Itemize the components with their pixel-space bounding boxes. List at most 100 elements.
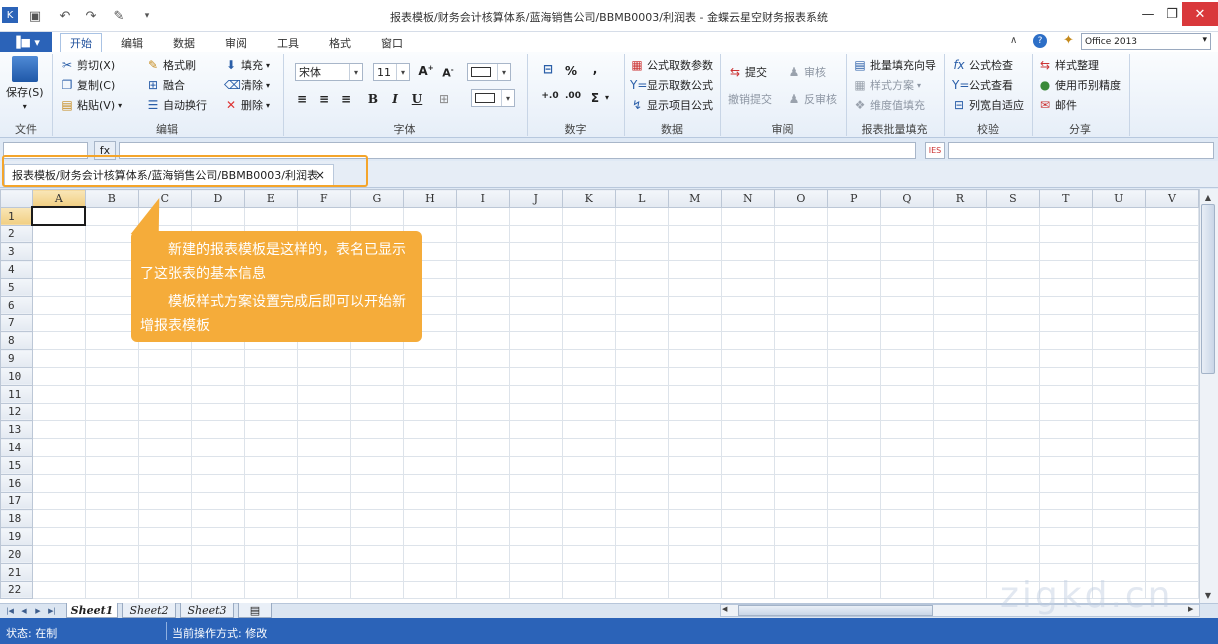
grid-cell[interactable] <box>84 509 139 529</box>
grid-cell[interactable] <box>667 580 722 600</box>
tab-edit[interactable]: 编辑 <box>110 33 154 52</box>
grid-cell[interactable] <box>773 438 828 457</box>
row-header[interactable]: 14 <box>0 438 33 457</box>
grid-cell[interactable] <box>985 313 1040 333</box>
grid-cell[interactable] <box>614 509 669 529</box>
grid-cell[interactable] <box>932 384 987 404</box>
grid-cell[interactable] <box>508 527 563 546</box>
select-all-corner[interactable] <box>0 189 33 208</box>
mail-button[interactable]: ✉ 邮件 <box>1038 97 1077 113</box>
row-header[interactable]: 5 <box>0 277 33 297</box>
row-header[interactable]: 17 <box>0 491 33 511</box>
grid-cell[interactable] <box>879 295 934 315</box>
grid-cell[interactable] <box>1091 260 1146 279</box>
column-header[interactable]: L <box>614 189 669 208</box>
grid-cell[interactable] <box>455 562 510 582</box>
grid-cell[interactable] <box>932 313 987 333</box>
merge-button[interactable]: ⊞ 融合 <box>146 77 185 93</box>
grid-cell[interactable] <box>455 455 510 475</box>
row-header[interactable]: 18 <box>0 509 33 529</box>
grid-cell[interactable] <box>561 562 616 582</box>
grid-cell[interactable] <box>402 349 457 368</box>
row-header[interactable]: 4 <box>0 260 33 279</box>
grid-cell[interactable] <box>826 295 881 315</box>
grid-cell[interactable] <box>1038 224 1093 244</box>
grid-cell[interactable] <box>1038 473 1093 493</box>
grid-cell[interactable] <box>720 206 775 226</box>
grid-cell[interactable] <box>1038 420 1093 440</box>
grid-cell[interactable] <box>243 402 298 422</box>
grid-cell[interactable] <box>879 509 934 529</box>
grid-cell[interactable] <box>932 420 987 440</box>
next-sheet-icon[interactable]: ▶ <box>32 605 44 616</box>
grid-cell[interactable] <box>296 438 351 457</box>
grid-cell[interactable] <box>1091 277 1146 297</box>
wrap-text-button[interactable]: ☰ 自动换行 <box>146 97 207 113</box>
grid-cell[interactable] <box>773 277 828 297</box>
grid-cell[interactable] <box>1038 206 1093 226</box>
grid-cell[interactable] <box>985 491 1040 511</box>
grid-cell[interactable] <box>137 438 192 457</box>
column-header[interactable]: H <box>402 189 457 208</box>
column-header[interactable]: D <box>190 189 245 208</box>
grid-cell[interactable] <box>720 224 775 244</box>
grid-cell[interactable] <box>932 277 987 297</box>
grid-cell[interactable] <box>137 366 192 386</box>
grid-cell[interactable] <box>826 402 881 422</box>
grid-cell[interactable] <box>932 580 987 600</box>
grid-cell[interactable] <box>985 420 1040 440</box>
dimension-fill-button[interactable]: ❖ 维度值填充 <box>853 97 925 113</box>
grid-cell[interactable] <box>561 544 616 564</box>
grid-cell[interactable] <box>137 420 192 440</box>
grid-cell[interactable] <box>561 384 616 404</box>
grid-cell[interactable] <box>190 509 245 529</box>
grid-cell[interactable] <box>31 349 86 368</box>
grid-cell[interactable] <box>826 527 881 546</box>
grid-cell[interactable] <box>31 260 86 279</box>
grid-cell[interactable] <box>349 349 404 368</box>
grid-cell[interactable] <box>1038 295 1093 315</box>
grid-cell[interactable] <box>137 562 192 582</box>
vertical-scroll-thumb[interactable] <box>1201 204 1215 374</box>
grid-cell[interactable] <box>1144 527 1199 546</box>
grid-cell[interactable] <box>614 260 669 279</box>
grid-cell[interactable] <box>667 313 722 333</box>
column-header[interactable]: M <box>667 189 722 208</box>
grid-cell[interactable] <box>826 366 881 386</box>
grid-cell[interactable] <box>349 402 404 422</box>
grid-cell[interactable] <box>773 224 828 244</box>
grid-cell[interactable] <box>879 242 934 262</box>
grid-cell[interactable] <box>932 295 987 315</box>
grid-cell[interactable] <box>508 277 563 297</box>
grid-cell[interactable] <box>455 473 510 493</box>
grid-cell[interactable] <box>296 527 351 546</box>
office-theme-select[interactable]: Office 2013 ▾ <box>1081 33 1211 50</box>
grid-cell[interactable] <box>720 527 775 546</box>
grid-cell[interactable] <box>667 420 722 440</box>
grid-cell[interactable] <box>508 384 563 404</box>
fill-color-select[interactable]: ▾ <box>471 89 515 107</box>
column-header[interactable]: F <box>296 189 351 208</box>
bold-icon[interactable]: B <box>365 92 381 106</box>
grid-cell[interactable] <box>720 473 775 493</box>
grid-cell[interactable] <box>296 420 351 440</box>
grid-cell[interactable] <box>614 366 669 386</box>
last-sheet-icon[interactable]: ▶| <box>46 605 58 616</box>
grid-cell[interactable] <box>296 206 351 226</box>
grid-cell[interactable] <box>773 384 828 404</box>
grid-cell[interactable] <box>455 580 510 600</box>
grid-cell[interactable] <box>243 420 298 440</box>
grid-cell[interactable] <box>561 313 616 333</box>
grid-cell[interactable] <box>243 438 298 457</box>
grid-cell[interactable] <box>773 313 828 333</box>
grid-cell[interactable] <box>1038 527 1093 546</box>
grid-cell[interactable] <box>985 349 1040 368</box>
row-header[interactable]: 9 <box>0 349 33 368</box>
grid-cell[interactable] <box>932 206 987 226</box>
grid-cell[interactable] <box>455 295 510 315</box>
grid-cell[interactable] <box>773 420 828 440</box>
row-header[interactable]: 2 <box>0 224 33 244</box>
submit-button[interactable]: ⇆ 提交 <box>728 64 767 80</box>
autofit-column-button[interactable]: ⊟ 列宽自适应 <box>952 97 1024 113</box>
grid-cell[interactable] <box>31 277 86 297</box>
